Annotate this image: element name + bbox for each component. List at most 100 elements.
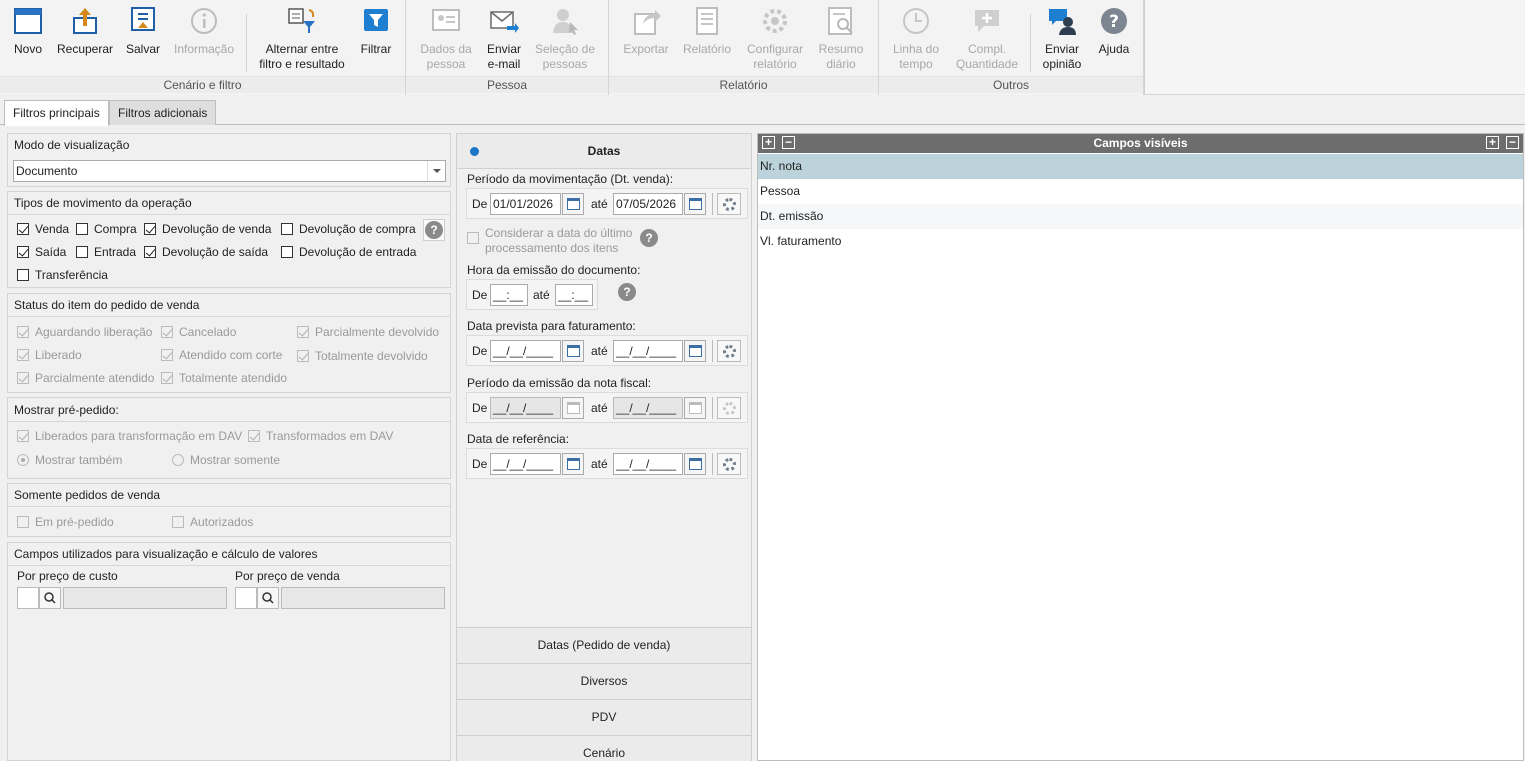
enviar-opiniao-button[interactable]: Enviar opinião — [1038, 6, 1086, 72]
salvar-button[interactable]: Salvar — [122, 6, 164, 57]
transformados-dav-checkbox[interactable]: Transformados em DAV — [248, 429, 393, 443]
liberados-dav-checkbox[interactable]: Liberados para transformação em DAV — [17, 429, 242, 443]
dev-entrada-checkbox[interactable]: Devolução de entrada — [281, 245, 416, 259]
checkbox-box[interactable] — [297, 350, 309, 362]
mov-ate-input[interactable]: 07/05/2026 — [613, 193, 683, 215]
mov-de-calendar-button[interactable] — [562, 193, 584, 215]
selecao-pessoas-button[interactable]: Seleção de pessoas — [534, 6, 596, 72]
accordion-cenario[interactable]: Cenário — [457, 735, 751, 761]
help-button[interactable]: ? — [423, 219, 445, 241]
list-item[interactable]: Vl. faturamento — [758, 229, 1523, 254]
exportar-button[interactable]: Exportar — [620, 6, 672, 57]
checkbox-box[interactable] — [17, 326, 29, 338]
checkbox-box[interactable] — [17, 349, 29, 361]
ajuda-button[interactable]: ? Ajuda — [1094, 6, 1134, 57]
parc-atendido-checkbox[interactable]: Parcialmente atendido — [17, 371, 154, 385]
prevista-ate-input[interactable]: __/__/____ — [613, 340, 683, 362]
prevista-de-input[interactable]: __/__/____ — [490, 340, 561, 362]
transferencia-checkbox[interactable]: Transferência — [17, 268, 108, 282]
referencia-settings-button[interactable] — [717, 453, 741, 475]
checkbox-box[interactable] — [17, 269, 29, 281]
emissao-de-input[interactable]: __/__/____ — [490, 397, 561, 419]
mov-de-input[interactable]: 01/01/2026 — [490, 193, 561, 215]
venda-search-button[interactable] — [257, 587, 279, 609]
dev-compra-checkbox[interactable]: Devolução de compra — [281, 222, 416, 236]
checkbox-box[interactable] — [144, 223, 156, 235]
emissao-settings-button[interactable] — [717, 397, 741, 419]
mov-ate-calendar-button[interactable] — [684, 193, 706, 215]
expand-all-icon[interactable]: + — [762, 136, 775, 149]
compl-quantidade-button[interactable]: Compl. Quantidade — [952, 6, 1022, 72]
entrada-checkbox[interactable]: Entrada — [76, 245, 136, 259]
checkbox-box[interactable] — [17, 516, 29, 528]
em-pre-pedido-checkbox[interactable]: Em pré-pedido — [17, 515, 114, 529]
considerar-help-button[interactable]: ? — [639, 228, 661, 250]
total-devolvido-checkbox[interactable]: Totalmente devolvido — [297, 349, 428, 363]
expand-icon[interactable]: + — [1486, 136, 1499, 149]
checkbox-box[interactable] — [17, 246, 29, 258]
mov-settings-button[interactable] — [717, 193, 741, 215]
collapse-all-icon[interactable]: − — [782, 136, 795, 149]
tab-filtros-principais[interactable]: Filtros principais — [4, 100, 109, 126]
list-item[interactable]: Dt. emissão — [758, 204, 1523, 229]
dados-pessoa-button[interactable]: Dados da pessoa — [418, 6, 474, 72]
total-atendido-checkbox[interactable]: Totalmente atendido — [161, 371, 287, 385]
dev-venda-checkbox[interactable]: Devolução de venda — [144, 222, 271, 236]
emissao-ate-input[interactable]: __/__/____ — [613, 397, 683, 419]
checkbox-box[interactable] — [161, 349, 173, 361]
emissao-ate-calendar-button[interactable] — [684, 397, 706, 419]
enviar-email-button[interactable]: Enviar e-mail — [482, 6, 526, 72]
resumo-diario-button[interactable]: Resumo diário — [814, 6, 868, 72]
filtrar-button[interactable]: Filtrar — [356, 6, 396, 57]
dev-saida-checkbox[interactable]: Devolução de saída — [144, 245, 268, 259]
relatorio-button[interactable]: Relatório — [680, 6, 734, 57]
checkbox-box[interactable] — [17, 372, 29, 384]
checkbox-box[interactable] — [161, 372, 173, 384]
checkbox-box[interactable] — [161, 326, 173, 338]
linha-tempo-button[interactable]: Linha do tempo — [888, 6, 944, 72]
checkbox-box[interactable] — [76, 246, 88, 258]
atendido-corte-checkbox[interactable]: Atendido com corte — [161, 348, 282, 362]
radio-dot[interactable] — [17, 454, 29, 466]
referencia-ate-calendar-button[interactable] — [684, 453, 706, 475]
hora-help-button[interactable]: ? — [617, 282, 639, 304]
mostrar-somente-radio[interactable]: Mostrar somente — [172, 453, 280, 467]
list-item[interactable]: Pessoa — [758, 179, 1523, 204]
venda-code-input[interactable] — [235, 587, 257, 609]
mostrar-tambem-radio[interactable]: Mostrar também — [17, 453, 122, 467]
recuperar-button[interactable]: Recuperar — [56, 6, 114, 57]
liberado-checkbox[interactable]: Liberado — [17, 348, 82, 362]
checkbox-box[interactable] — [17, 223, 29, 235]
prevista-settings-button[interactable] — [717, 340, 741, 362]
prevista-de-calendar-button[interactable] — [562, 340, 584, 362]
datas-header[interactable]: Datas — [457, 134, 751, 169]
alternar-button[interactable]: Alternar entre filtro e resultado — [254, 6, 350, 72]
hora-ate-input[interactable]: __:__ — [555, 284, 593, 306]
checkbox-box[interactable] — [76, 223, 88, 235]
list-item[interactable]: Nr. nota — [758, 154, 1523, 179]
accordion-diversos[interactable]: Diversos — [457, 663, 751, 699]
autorizados-checkbox[interactable]: Autorizados — [172, 515, 253, 529]
emissao-de-calendar-button[interactable] — [562, 397, 584, 419]
cancelado-checkbox[interactable]: Cancelado — [161, 325, 236, 339]
custo-search-button[interactable] — [39, 587, 61, 609]
accordion-pdv[interactable]: PDV — [457, 699, 751, 735]
checkbox-box[interactable] — [281, 246, 293, 258]
radio-dot[interactable] — [172, 454, 184, 466]
custo-code-input[interactable] — [17, 587, 39, 609]
accordion-datas-pedido[interactable]: Datas (Pedido de venda) — [457, 627, 751, 663]
novo-button[interactable]: Novo — [8, 6, 48, 57]
referencia-de-calendar-button[interactable] — [562, 453, 584, 475]
checkbox-box[interactable] — [172, 516, 184, 528]
tab-filtros-adicionais[interactable]: Filtros adicionais — [109, 100, 217, 125]
considerar-checkbox[interactable]: Considerar a data do último processamento… — [467, 226, 632, 256]
checkbox-box[interactable] — [297, 326, 309, 338]
modo-select[interactable]: Documento — [13, 160, 446, 182]
configurar-relatorio-button[interactable]: Configurar relatório — [742, 6, 808, 72]
checkbox-box[interactable] — [17, 430, 29, 442]
checkbox-box[interactable] — [467, 232, 479, 244]
aguardando-checkbox[interactable]: Aguardando liberação — [17, 325, 152, 339]
referencia-de-input[interactable]: __/__/____ — [490, 453, 561, 475]
chevron-down-icon[interactable] — [427, 161, 445, 181]
checkbox-box[interactable] — [144, 246, 156, 258]
